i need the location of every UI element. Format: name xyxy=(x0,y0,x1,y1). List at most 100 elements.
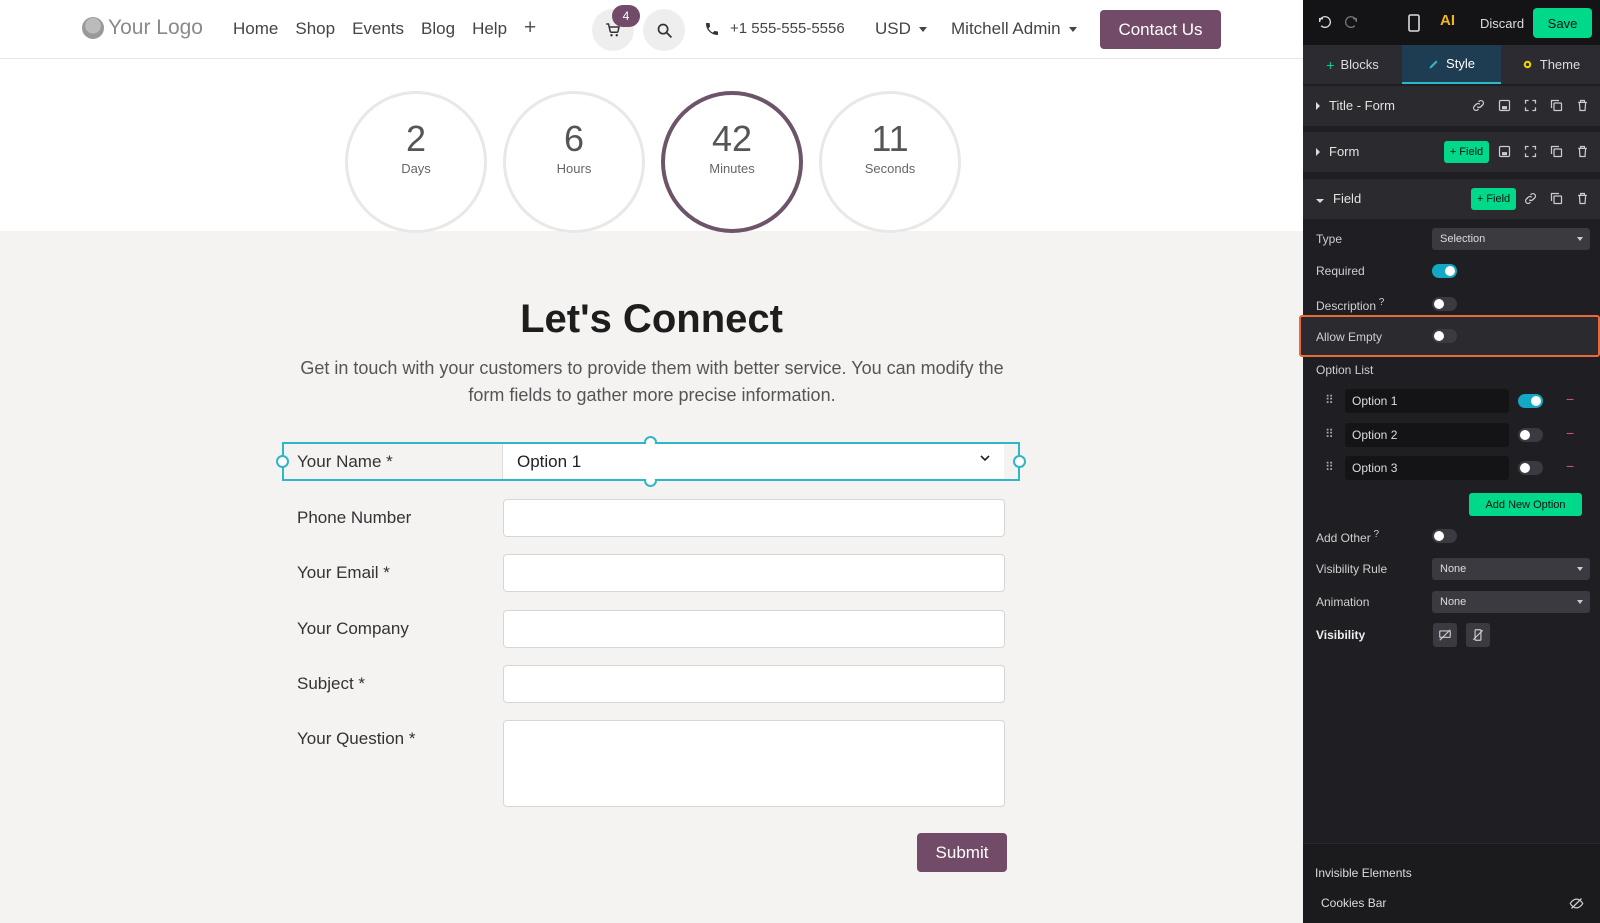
drag-handle-icon[interactable]: ⠿ xyxy=(1325,460,1334,474)
plus-icon: + xyxy=(1326,56,1335,73)
resize-handle-left[interactable] xyxy=(276,455,289,468)
chevron-down-icon xyxy=(918,27,927,33)
animation-select[interactable]: None xyxy=(1432,591,1590,613)
countdown-minutes: 42 Minutes xyxy=(661,91,803,233)
option-input[interactable]: Option 2 xyxy=(1345,423,1509,447)
discard-button[interactable]: Discard xyxy=(1480,16,1524,31)
eye-slash-icon[interactable] xyxy=(1569,896,1584,911)
nav-shop[interactable]: Shop xyxy=(295,19,335,39)
countdown-unit: Days xyxy=(401,160,431,176)
link-icon[interactable] xyxy=(1471,98,1486,113)
remove-option-icon[interactable]: − xyxy=(1566,425,1574,441)
add-other-toggle[interactable] xyxy=(1432,529,1457,543)
search-button[interactable] xyxy=(643,9,685,51)
trash-icon[interactable] xyxy=(1575,98,1590,113)
option-default-toggle[interactable] xyxy=(1518,428,1543,442)
save-snippet-icon[interactable] xyxy=(1497,144,1512,159)
option-input[interactable]: Option 3 xyxy=(1345,456,1509,480)
gear-icon xyxy=(1523,60,1532,69)
help-icon[interactable]: ? xyxy=(1371,529,1379,540)
add-menu-item-icon[interactable]: + xyxy=(524,16,536,40)
ai-icon[interactable]: AI xyxy=(1440,12,1455,29)
remove-option-icon[interactable]: − xyxy=(1566,458,1574,474)
countdown-unit: Minutes xyxy=(709,160,755,176)
section-form[interactable]: Form + Field xyxy=(1303,132,1600,172)
section-title-form[interactable]: Title - Form xyxy=(1303,86,1600,126)
add-field-button[interactable]: + Field xyxy=(1471,188,1516,210)
contact-us-button[interactable]: Contact Us xyxy=(1100,10,1221,49)
nav-events[interactable]: Events xyxy=(352,19,404,39)
hide-desktop-button[interactable] xyxy=(1433,623,1457,647)
countdown-unit: Hours xyxy=(556,160,592,176)
section-field[interactable]: Field + Field xyxy=(1303,179,1600,219)
undo-icon[interactable] xyxy=(1317,14,1333,30)
phone-number: +1 555-555-5556 xyxy=(730,20,845,37)
phone-icon xyxy=(706,22,718,35)
tab-style[interactable]: Style xyxy=(1402,45,1501,84)
countdown-days: 2 Days xyxy=(345,91,487,233)
select-icon[interactable] xyxy=(1523,144,1538,159)
select-icon[interactable] xyxy=(1523,98,1538,113)
type-select[interactable]: Selection xyxy=(1432,228,1590,250)
duplicate-icon[interactable] xyxy=(1549,144,1564,159)
add-new-option-button[interactable]: Add New Option xyxy=(1469,493,1582,516)
invisible-elements-panel: Invisible Elements Cookies Bar xyxy=(1303,843,1600,923)
help-icon[interactable]: ? xyxy=(1376,297,1385,308)
main-menu: Home Shop Events Blog Help xyxy=(233,19,507,39)
duplicate-icon[interactable] xyxy=(1549,191,1564,206)
section-actions xyxy=(1523,191,1590,206)
duplicate-icon[interactable] xyxy=(1549,98,1564,113)
drag-handle-icon[interactable]: ⠿ xyxy=(1325,427,1334,441)
option-input[interactable]: Option 1 xyxy=(1345,389,1509,413)
cart-count-badge: 4 xyxy=(612,5,640,27)
add-field-button[interactable]: + Field xyxy=(1444,141,1489,163)
chevron-down-icon xyxy=(980,455,990,462)
search-icon xyxy=(657,23,672,38)
name-select[interactable]: Option 1 xyxy=(502,444,1004,479)
option-default-toggle[interactable] xyxy=(1518,461,1543,475)
allow-empty-toggle[interactable] xyxy=(1432,329,1457,343)
subject-input[interactable] xyxy=(503,665,1005,703)
save-snippet-icon[interactable] xyxy=(1497,98,1512,113)
phone-input[interactable] xyxy=(503,499,1005,537)
add-other-label-text: Add Other xyxy=(1316,531,1371,545)
editor-tabs: + Blocks Style Theme xyxy=(1303,45,1600,84)
nav-blog[interactable]: Blog xyxy=(421,19,455,39)
field-label: Phone Number xyxy=(297,508,412,527)
trash-icon[interactable] xyxy=(1575,191,1590,206)
remove-option-icon[interactable]: − xyxy=(1566,391,1574,407)
mobile-preview-icon[interactable] xyxy=(1407,14,1421,32)
cookies-bar-item[interactable]: Cookies Bar xyxy=(1321,896,1386,910)
animation-label: Animation xyxy=(1316,595,1370,609)
currency-dropdown[interactable]: USD xyxy=(875,19,927,39)
question-textarea[interactable] xyxy=(503,720,1005,807)
field-label: Your Company xyxy=(297,619,409,638)
section-actions xyxy=(1471,98,1590,113)
email-input[interactable] xyxy=(503,554,1005,592)
save-button[interactable]: Save xyxy=(1533,8,1592,38)
visibility-rule-select[interactable]: None xyxy=(1432,558,1590,580)
link-icon[interactable] xyxy=(1523,191,1538,206)
required-toggle[interactable] xyxy=(1432,264,1457,278)
tab-blocks[interactable]: + Blocks xyxy=(1303,45,1402,84)
company-input[interactable] xyxy=(503,610,1005,648)
countdown-value: 2 xyxy=(405,117,427,159)
option-default-toggle[interactable] xyxy=(1518,394,1543,408)
top-navbar: Your Logo Home Shop Events Blog Help + 4… xyxy=(0,0,1303,59)
resize-handle-right[interactable] xyxy=(1013,455,1026,468)
hide-mobile-button[interactable] xyxy=(1466,623,1490,647)
nav-home[interactable]: Home xyxy=(233,19,278,39)
drag-handle-icon[interactable]: ⠿ xyxy=(1325,393,1334,407)
phone-link[interactable]: +1 555-555-5556 xyxy=(704,20,845,37)
site-logo[interactable]: Your Logo xyxy=(82,16,203,40)
description-toggle[interactable] xyxy=(1432,297,1457,311)
field-label: Subject * xyxy=(297,674,366,693)
submit-button[interactable]: Submit xyxy=(917,833,1007,872)
desktop-off-icon xyxy=(1439,629,1451,641)
nav-help[interactable]: Help xyxy=(472,19,507,39)
redo-icon[interactable] xyxy=(1343,14,1359,30)
trash-icon[interactable] xyxy=(1575,144,1590,159)
tab-label: Blocks xyxy=(1340,57,1379,72)
user-menu[interactable]: Mitchell Admin xyxy=(951,19,1077,39)
tab-theme[interactable]: Theme xyxy=(1501,45,1600,84)
